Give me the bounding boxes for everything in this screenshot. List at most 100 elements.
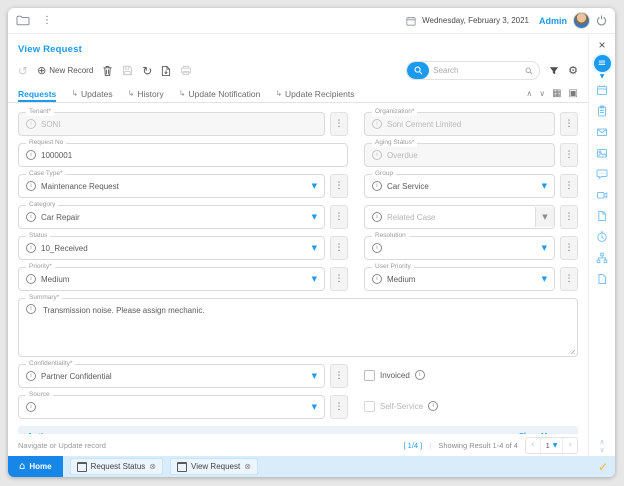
- undo-button[interactable]: ↺: [18, 66, 28, 76]
- prev-page-button[interactable]: ‹: [526, 438, 540, 453]
- resolution-select[interactable]: Resolution i ▼: [364, 236, 555, 260]
- right-sidebar: × ≡ ▼ ∧ ∨: [588, 34, 615, 456]
- chevron-down-icon[interactable]: ▼: [312, 275, 317, 283]
- organization-value: Soni Cement Limited: [387, 120, 461, 129]
- table-view-icon[interactable]: ▦: [552, 88, 561, 99]
- group-select[interactable]: Group i Car Service ▼: [364, 174, 555, 198]
- chevron-down-icon[interactable]: ▼: [312, 372, 317, 380]
- taskbar-tab-request-status[interactable]: Request Status ⊗: [70, 458, 163, 475]
- page-select[interactable]: 1 ▼: [540, 438, 564, 453]
- user-menu[interactable]: Admin: [539, 16, 567, 26]
- group-kebab-button[interactable]: ⋮: [560, 174, 578, 198]
- folder-icon[interactable]: [16, 15, 30, 26]
- chevron-down-icon[interactable]: ▼: [312, 213, 317, 221]
- chevron-down-icon[interactable]: ▼: [542, 275, 547, 283]
- tenant-kebab-button[interactable]: ⋮: [330, 112, 348, 136]
- desktop-background: ⋮ Wednesday, February 3, 2021 Admin View…: [0, 0, 624, 486]
- self-service-checkbox[interactable]: [364, 401, 375, 412]
- refresh-button[interactable]: ↻: [142, 66, 152, 76]
- category-select[interactable]: Category i Car Repair ▼: [18, 205, 325, 229]
- filter-icon[interactable]: [549, 66, 559, 76]
- user-priority-kebab-button[interactable]: ⋮: [560, 267, 578, 291]
- invoiced-checkbox[interactable]: [364, 370, 375, 381]
- priority-kebab-button[interactable]: ⋮: [330, 267, 348, 291]
- taskbar-tab-view-request[interactable]: View Request ⊗: [170, 458, 258, 475]
- search-button[interactable]: [407, 62, 429, 79]
- tenant-field[interactable]: Tenant* i SONI: [18, 112, 325, 136]
- print-button[interactable]: [180, 65, 192, 76]
- related-case-kebab-button[interactable]: ⋮: [560, 205, 578, 229]
- request-form: Tenant* i SONI ⋮ Organization* i Soni Ce…: [8, 103, 588, 434]
- avatar[interactable]: [573, 12, 590, 29]
- close-circle-icon[interactable]: ⊗: [244, 462, 251, 471]
- export-button[interactable]: [161, 65, 171, 77]
- confirm-check-icon[interactable]: ✓: [598, 460, 608, 474]
- save-button[interactable]: [122, 65, 133, 76]
- aging-status-kebab-button[interactable]: ⋮: [560, 143, 578, 167]
- clipboard-icon[interactable]: [596, 105, 608, 117]
- file-icon[interactable]: [596, 273, 608, 285]
- new-record-button[interactable]: ⊕ New Record: [37, 66, 93, 76]
- case-type-select[interactable]: Case Type* i Maintenance Request ▼: [18, 174, 325, 198]
- confidentiality-select[interactable]: Confidentiality* i Partner Confidential …: [18, 364, 325, 388]
- confidentiality-kebab-button[interactable]: ⋮: [330, 364, 348, 388]
- scroll-down-icon[interactable]: ∨: [599, 446, 604, 454]
- timer-icon[interactable]: [596, 231, 608, 243]
- priority-select[interactable]: Priority* i Medium ▼: [18, 267, 325, 291]
- close-circle-icon[interactable]: ⊗: [149, 462, 156, 471]
- chevron-down-icon[interactable]: ▼: [542, 244, 547, 252]
- settings-gear-icon[interactable]: ⚙: [568, 64, 578, 77]
- tab-history[interactable]: ↳History: [128, 89, 164, 102]
- tab-update-recipients[interactable]: ↳Update Recipients: [275, 89, 354, 102]
- search-magnifier-icon[interactable]: [525, 67, 533, 75]
- calendar-icon[interactable]: [596, 84, 608, 96]
- home-label: Home: [29, 462, 51, 471]
- tab-update-notification-label: Update Notification: [189, 89, 261, 99]
- tab-update-notification[interactable]: ↳Update Notification: [179, 89, 261, 102]
- info-icon: i: [26, 243, 36, 253]
- status-select[interactable]: Status i 10_Received ▼: [18, 236, 325, 260]
- collapse-up-icon[interactable]: ∧: [526, 89, 532, 98]
- summary-textarea[interactable]: Transmission noise. Please assign mechan…: [41, 304, 570, 352]
- home-button[interactable]: ⌂ Home: [8, 456, 63, 477]
- request-no-field[interactable]: Request No i 1000001: [18, 143, 348, 167]
- case-type-kebab-button[interactable]: ⋮: [330, 174, 348, 198]
- chevron-down-icon[interactable]: ▼: [542, 182, 547, 190]
- source-kebab-button[interactable]: ⋮: [330, 395, 348, 419]
- tab-updates[interactable]: ↳Updates: [71, 89, 112, 102]
- form-view-icon[interactable]: ▣: [569, 88, 578, 99]
- next-page-button[interactable]: ›: [563, 438, 577, 453]
- image-icon[interactable]: [596, 147, 608, 159]
- video-camera-icon[interactable]: [596, 189, 608, 201]
- related-case-select[interactable]: i Related Case ▼: [364, 205, 555, 229]
- document-icon[interactable]: [596, 210, 608, 222]
- aging-status-field[interactable]: Aging Status* i Overdue: [364, 143, 555, 167]
- power-icon[interactable]: [596, 15, 607, 26]
- organization-kebab-button[interactable]: ⋮: [560, 112, 578, 136]
- chevron-down-icon[interactable]: ▼: [312, 182, 317, 190]
- summary-field[interactable]: Summary* i Transmission noise. Please as…: [18, 298, 578, 357]
- chat-icon[interactable]: [596, 168, 608, 180]
- category-kebab-button[interactable]: ⋮: [330, 205, 348, 229]
- header-kebab-icon[interactable]: ⋮: [42, 15, 52, 26]
- expand-down-icon[interactable]: ∨: [539, 89, 545, 98]
- resolution-label: Resolution: [372, 232, 409, 240]
- user-priority-select[interactable]: User Priority i Medium ▼: [364, 267, 555, 291]
- chevron-down-icon: ▼: [553, 442, 558, 449]
- chevron-down-icon[interactable]: ▼: [312, 403, 317, 411]
- resolution-kebab-button[interactable]: ⋮: [560, 236, 578, 260]
- close-icon[interactable]: ×: [598, 40, 605, 50]
- mail-icon[interactable]: [596, 126, 608, 138]
- scroll-up-icon[interactable]: ∧: [599, 438, 604, 446]
- organization-field[interactable]: Organization* i Soni Cement Limited: [364, 112, 555, 136]
- related-case-dropdown-button[interactable]: ▼: [535, 207, 554, 227]
- menu-hamburger-button[interactable]: ≡: [594, 55, 611, 72]
- delete-button[interactable]: [102, 65, 113, 77]
- chevron-down-icon[interactable]: ▼: [312, 244, 317, 252]
- status-kebab-button[interactable]: ⋮: [330, 236, 348, 260]
- source-select[interactable]: Source i ▼: [18, 395, 325, 419]
- search-input[interactable]: [429, 66, 525, 75]
- section-action[interactable]: Action Show More ∧: [18, 426, 578, 434]
- sitemap-icon[interactable]: [596, 252, 608, 264]
- tab-requests[interactable]: Requests: [18, 89, 56, 102]
